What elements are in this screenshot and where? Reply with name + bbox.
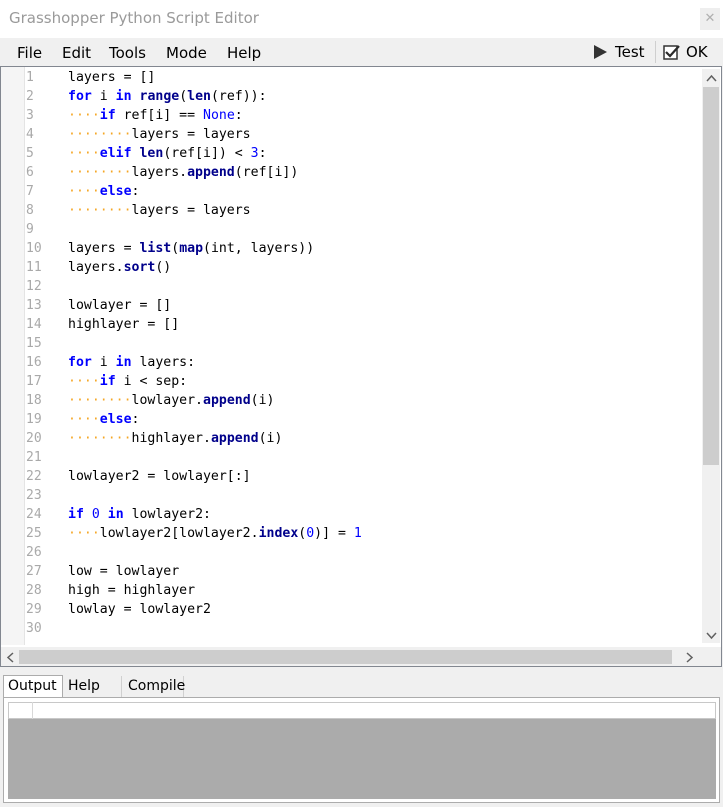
code-line[interactable]: layers = []	[68, 68, 155, 87]
code-line[interactable]: ····else:	[68, 410, 139, 429]
menu-help[interactable]: Help	[227, 44, 261, 62]
menu-tools[interactable]: Tools	[109, 44, 146, 62]
line-number: 12	[26, 279, 42, 294]
line-number: 11	[26, 260, 42, 275]
code-line[interactable]: if 0 in lowlayer2:	[68, 505, 211, 524]
line-number: 1	[26, 70, 34, 85]
code-line[interactable]: for i in layers:	[68, 353, 195, 372]
line-number: 13	[26, 298, 42, 313]
output-row	[8, 702, 716, 719]
line-number: 21	[26, 450, 42, 465]
line-number: 4	[26, 127, 34, 142]
horizontal-scroll-thumb[interactable]	[19, 650, 672, 664]
line-number: 6	[26, 165, 34, 180]
code-line[interactable]: lowlayer = []	[68, 296, 171, 315]
code-editor[interactable]: 1 layers = [] 2 for i in range(len(ref)): 3 ·…	[0, 66, 722, 667]
tab-compile[interactable]: Compile	[124, 676, 185, 697]
output-area[interactable]	[8, 719, 716, 799]
line-number: 22	[26, 469, 42, 484]
line-number: 10	[26, 241, 42, 256]
scroll-right-icon[interactable]	[686, 652, 694, 665]
line-number: 20	[26, 431, 42, 446]
code-line[interactable]: ········highlayer.append(i)	[68, 429, 282, 448]
scroll-up-icon[interactable]	[706, 73, 717, 84]
line-number: 2	[26, 89, 34, 104]
line-number: 24	[26, 507, 42, 522]
line-number: 16	[26, 355, 42, 370]
checkbox-icon	[663, 45, 680, 60]
code-line[interactable]: highlayer = []	[68, 315, 179, 334]
line-number: 7	[26, 184, 34, 199]
tab-output[interactable]: Output	[3, 675, 63, 698]
output-row-header	[8, 702, 33, 719]
line-number: 3	[26, 108, 34, 123]
scroll-down-icon[interactable]	[706, 631, 717, 642]
tab-help[interactable]: Help	[64, 676, 122, 697]
menu-edit[interactable]: Edit	[62, 44, 91, 62]
close-icon[interactable]: ✕	[700, 8, 720, 30]
menu-file[interactable]: File	[17, 44, 42, 62]
gutter-divider	[24, 67, 25, 645]
line-number: 25	[26, 526, 42, 541]
menu-bar: File Edit Tools Mode Help Test OK	[0, 38, 723, 66]
ok-label: OK	[686, 43, 708, 61]
code-line[interactable]: ····if i < sep:	[68, 372, 187, 391]
code-line[interactable]: high = highlayer	[68, 581, 195, 600]
line-number-gutter	[1, 67, 24, 645]
code-line[interactable]: layers = list(map(int, layers))	[68, 239, 314, 258]
line-number: 27	[26, 564, 42, 579]
code-line[interactable]: ········layers = layers	[68, 125, 251, 144]
line-number: 15	[26, 336, 42, 351]
line-number: 8	[26, 203, 34, 218]
vertical-scroll-thumb[interactable]	[703, 87, 719, 465]
code-line[interactable]: lowlay = lowlayer2	[68, 600, 211, 619]
line-number: 9	[26, 222, 34, 237]
code-line[interactable]: for i in range(len(ref)):	[68, 87, 267, 106]
play-icon	[594, 45, 607, 59]
test-label: Test	[615, 43, 645, 61]
code-line[interactable]: lowlayer2 = lowlayer[:]	[68, 467, 251, 486]
line-number: 26	[26, 545, 42, 560]
line-number: 19	[26, 412, 42, 427]
test-button[interactable]: Test	[592, 40, 645, 64]
line-number: 29	[26, 602, 42, 617]
window-title: Grasshopper Python Script Editor	[9, 9, 259, 27]
scroll-left-icon[interactable]	[6, 652, 14, 665]
menu-mode[interactable]: Mode	[166, 44, 207, 62]
code-line[interactable]: ····elif len(ref[i]) < 3:	[68, 144, 267, 163]
code-line[interactable]: ····else:	[68, 182, 139, 201]
code-line[interactable]: ····if ref[i] == None:	[68, 106, 243, 125]
line-number: 5	[26, 146, 34, 161]
line-number: 28	[26, 583, 42, 598]
code-line[interactable]: layers.sort()	[68, 258, 171, 277]
code-line[interactable]: ········layers = layers	[68, 201, 251, 220]
code-line[interactable]: ········layers.append(ref[i])	[68, 163, 298, 182]
line-number: 17	[26, 374, 42, 389]
code-line[interactable]: ········lowlayer.append(i)	[68, 391, 274, 410]
toolbar-separator	[655, 41, 656, 63]
line-number: 14	[26, 317, 42, 332]
code-line[interactable]: ····lowlayer2[lowlayer2.index(0)] = 1	[68, 524, 362, 543]
line-number: 23	[26, 488, 42, 503]
line-number: 18	[26, 393, 42, 408]
line-number: 30	[26, 621, 42, 636]
ok-button[interactable]: OK	[663, 40, 708, 64]
code-line[interactable]: low = lowlayer	[68, 562, 179, 581]
title-bar: Grasshopper Python Script Editor ✕	[0, 0, 723, 38]
